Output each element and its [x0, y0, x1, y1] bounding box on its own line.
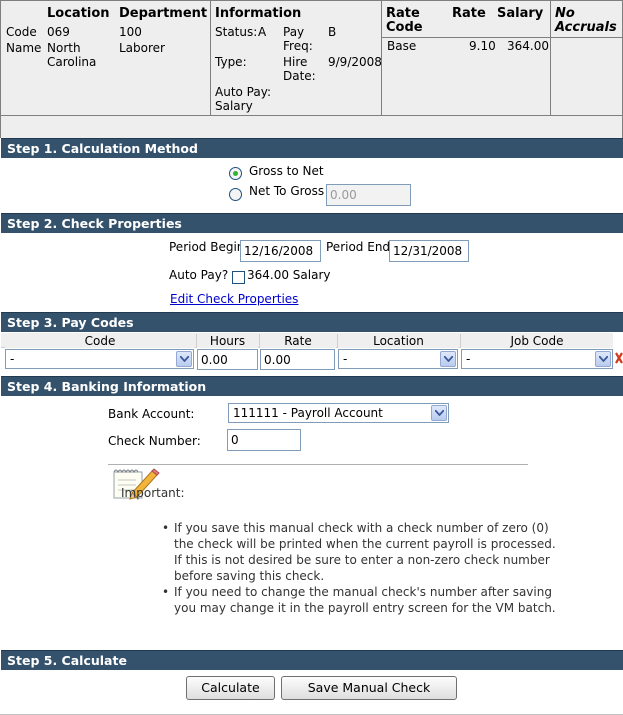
location-select[interactable]: - [338, 349, 458, 369]
status-value: A [258, 25, 267, 39]
delete-row-icon[interactable] [615, 352, 623, 364]
salary-header: Salary [497, 6, 544, 21]
name-label: Name [6, 41, 42, 55]
job-code-value: - [466, 352, 471, 366]
job-code-select[interactable]: - [461, 349, 613, 369]
rate-value: 9.10 [469, 39, 496, 53]
net-to-gross-radio[interactable] [229, 188, 242, 201]
step2-header: Step 2. Check Properties [1, 213, 623, 233]
edit-check-properties-link[interactable]: Edit Check Properties [170, 292, 298, 306]
autopay-salary: Salary [215, 99, 253, 113]
net-to-gross-label: Net To Gross [249, 184, 325, 198]
divider [550, 1, 551, 117]
gross-to-net-radio[interactable] [229, 167, 242, 180]
payfreq-label-cont: Freq: [283, 39, 313, 53]
step4-header: Step 4. Banking Information [1, 376, 623, 396]
note-item: If you save this manual check with a che… [162, 520, 556, 584]
chevron-down-icon[interactable] [440, 351, 456, 367]
note-item: If you need to change the manual check's… [162, 584, 556, 616]
bank-account-label: Bank Account: [108, 407, 195, 421]
column-header-job-code: Job Code [460, 334, 613, 348]
location-value: - [343, 352, 348, 366]
location-header: Location [47, 6, 110, 21]
save-manual-check-button[interactable]: Save Manual Check [281, 676, 457, 700]
accruals-text-cont: Accruals [555, 20, 617, 35]
code-label: Code [6, 25, 37, 39]
divider [381, 37, 623, 38]
page-bottom-border [0, 710, 623, 715]
employee-summary-panel: Location Department Code Name 069 North … [0, 0, 623, 117]
autopay-check-label: Auto Pay? [169, 268, 229, 282]
department-name: Laborer [119, 41, 165, 55]
period-end-input[interactable] [389, 240, 469, 262]
location-code: 069 [47, 25, 70, 39]
net-to-gross-input[interactable] [326, 184, 411, 206]
hire-label-cont: Date: [283, 69, 316, 83]
location-name-cont: Carolina [47, 55, 97, 69]
bank-account-value: 111111 - Payroll Account [233, 406, 383, 420]
chevron-down-icon[interactable] [176, 351, 192, 367]
rate-input[interactable] [260, 349, 335, 370]
column-header-code: Code [5, 334, 195, 348]
rate-code-header: Rate [386, 6, 420, 21]
accruals-text: No [555, 6, 575, 21]
column-header-rate: Rate [259, 334, 336, 348]
chevron-down-icon[interactable] [595, 351, 611, 367]
payfreq-label: Pay [283, 25, 305, 39]
location-name: North [47, 41, 81, 55]
step3-header: Step 3. Pay Codes [1, 312, 623, 332]
status-label: Status: [215, 25, 258, 39]
chevron-down-icon[interactable] [431, 405, 447, 421]
column-header-location: Location [337, 334, 459, 348]
department-code: 100 [119, 25, 142, 39]
important-notes: If you save this manual check with a che… [160, 520, 556, 616]
autopay-checkbox[interactable] [232, 271, 245, 284]
column-header-hours: Hours [196, 334, 258, 348]
divider [210, 1, 211, 117]
period-end-label: Period End [326, 240, 391, 254]
information-header: Information [215, 6, 302, 21]
department-header: Department [119, 6, 208, 21]
salary-value: 364.00 [507, 39, 549, 53]
autopay-text: 364.00 Salary [247, 268, 331, 282]
check-number-label: Check Number: [108, 434, 201, 448]
check-number-input[interactable] [227, 429, 301, 451]
step1-header: Step 1. Calculation Method [1, 138, 623, 158]
hire-label: Hire [283, 55, 308, 69]
pay-code-value: - [10, 352, 15, 366]
hours-input[interactable] [197, 349, 258, 370]
rate-code-header-cont: Code [386, 20, 423, 35]
rate-header: Rate [452, 6, 486, 21]
pay-code-select[interactable]: - [5, 349, 194, 369]
important-label: Important: [121, 486, 185, 500]
autopay-label: Auto Pay: [215, 85, 271, 99]
type-label: Type: [215, 55, 247, 69]
period-begin-input[interactable] [240, 240, 321, 262]
important-divider [108, 464, 528, 465]
gross-to-net-label: Gross to Net [249, 164, 324, 178]
bank-account-select[interactable]: 111111 - Payroll Account [228, 403, 449, 423]
payfreq-value: B [328, 25, 337, 39]
calculate-button[interactable]: Calculate [186, 676, 275, 700]
hire-date-value: 9/9/2008 [328, 55, 382, 69]
rate-code-value: Base [387, 39, 417, 53]
panel-spacer [0, 116, 623, 138]
step5-header: Step 5. Calculate [1, 650, 623, 670]
period-begin-label: Period Begin [169, 240, 245, 254]
